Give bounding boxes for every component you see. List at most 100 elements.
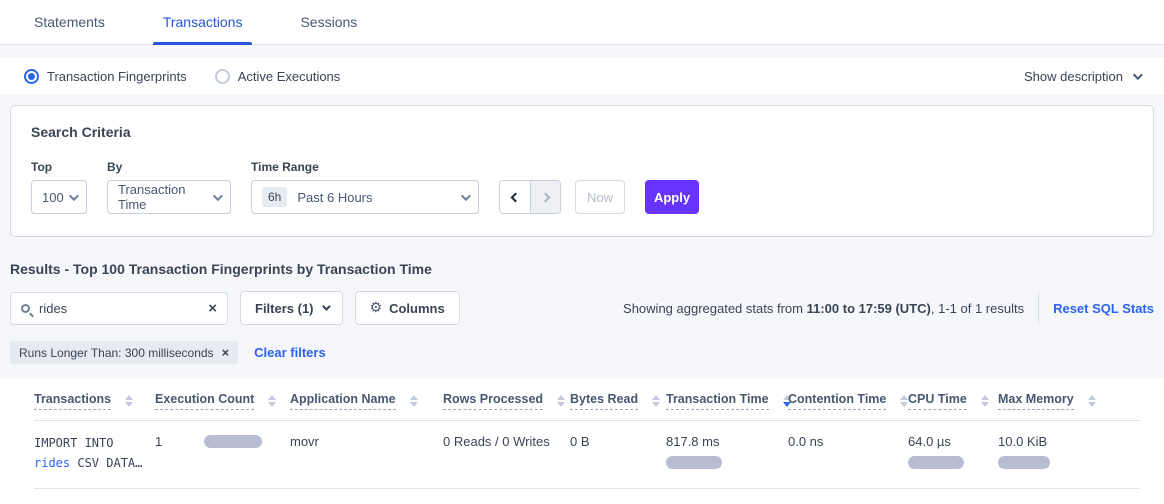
results-table: Transactions Execution Count Application… (34, 378, 1140, 489)
cell-max-memory: 10.0 KiB (998, 421, 1140, 489)
search-icon (21, 304, 30, 313)
column-header-transaction-time[interactable]: Transaction Time (666, 392, 769, 410)
cell-rows-processed: 0 Reads / 0 Writes (443, 421, 570, 489)
sort-icon[interactable] (410, 395, 418, 407)
column-header-execution-count[interactable]: Execution Count (155, 392, 254, 410)
sort-icon[interactable] (125, 395, 133, 407)
time-range-field: Time Range 6h Past 6 Hours (251, 160, 479, 214)
execution-count-value: 1 (155, 434, 162, 449)
table-row: IMPORT INTO rides CSV DATA… 1 movr 0 Rea… (34, 421, 1140, 489)
tab-statements[interactable]: Statements (24, 0, 115, 44)
radio-transaction-fingerprints[interactable]: Transaction Fingerprints (24, 69, 187, 84)
time-range-select[interactable]: 6h Past 6 Hours (251, 180, 479, 214)
sort-icon[interactable] (981, 395, 989, 407)
cell-cpu-time: 64.0 µs (908, 421, 998, 489)
chevron-left-icon (510, 192, 520, 202)
sort-icon[interactable] (268, 395, 276, 407)
radio-active-executions[interactable]: Active Executions (215, 69, 341, 84)
sort-icon[interactable] (557, 395, 565, 407)
top-select-value: 100 (42, 190, 64, 205)
table-header-row: Transactions Execution Count Application… (34, 378, 1140, 421)
gear-icon: ⚙ (370, 300, 383, 316)
cell-transaction-time: 817.8 ms (666, 421, 788, 489)
chevron-down-icon (322, 302, 330, 310)
show-description-label: Show description (1024, 69, 1123, 84)
show-description-toggle[interactable]: Show description (1024, 69, 1140, 84)
search-criteria-card: Search Criteria Top 100 By Transaction T… (10, 105, 1154, 237)
apply-button[interactable]: Apply (645, 180, 699, 214)
remove-filter-icon[interactable]: × (222, 345, 230, 360)
filter-pill-label: Runs Longer Than: 300 milliseconds (19, 346, 214, 360)
transaction-time-value: 817.8 ms (666, 434, 782, 449)
search-criteria-title: Search Criteria (31, 124, 1133, 140)
cell-bytes-read: 0 B (570, 421, 666, 489)
search-input[interactable] (39, 301, 208, 316)
sort-icon[interactable] (1088, 395, 1096, 407)
filters-button[interactable]: Filters (1) (240, 291, 343, 325)
chevron-down-icon (69, 191, 79, 201)
reset-sql-stats-link[interactable]: Reset SQL Stats (1053, 301, 1154, 316)
columns-button-label: Columns (389, 301, 445, 316)
tab-sessions[interactable]: Sessions (290, 0, 367, 44)
radio-label: Transaction Fingerprints (47, 69, 187, 84)
execution-count-bar (204, 435, 262, 448)
column-header-bytes-read[interactable]: Bytes Read (570, 392, 638, 410)
view-toggle-band: Transaction Fingerprints Active Executio… (0, 57, 1164, 95)
top-field: Top 100 (31, 160, 87, 214)
time-range-arrows (499, 180, 561, 214)
page-tabbar: Statements Transactions Sessions (0, 0, 1164, 45)
tab-transactions[interactable]: Transactions (153, 0, 253, 44)
chevron-down-icon (461, 191, 471, 201)
radio-selected-icon (24, 69, 39, 84)
radio-unselected-icon (215, 69, 230, 84)
top-select[interactable]: 100 (31, 180, 87, 214)
divider (1038, 293, 1039, 323)
column-header-max-memory[interactable]: Max Memory (998, 392, 1074, 410)
clear-filters-link[interactable]: Clear filters (254, 345, 326, 360)
stats-summary: Showing aggregated stats from 11:00 to 1… (623, 293, 1154, 323)
stats-text: Showing aggregated stats from 11:00 to 1… (623, 301, 1024, 316)
results-table-panel: Transactions Execution Count Application… (0, 378, 1164, 504)
by-field: By Transaction Time (107, 160, 231, 214)
filters-button-label: Filters (1) (255, 301, 314, 316)
now-button[interactable]: Now (575, 180, 625, 214)
next-time-range-button[interactable] (530, 181, 560, 213)
cell-contention-time: 0.0 ns (788, 421, 908, 489)
active-filters-row: Runs Longer Than: 300 milliseconds × Cle… (10, 341, 1154, 364)
column-header-application-name[interactable]: Application Name (290, 392, 396, 410)
results-controls-row: × Filters (1) ⚙ Columns Showing aggregat… (10, 291, 1154, 325)
column-header-transactions[interactable]: Transactions (34, 392, 111, 410)
by-select-value: Transaction Time (118, 182, 213, 212)
chevron-down-icon (1133, 70, 1143, 80)
cell-application-name: movr (290, 421, 443, 489)
previous-time-range-button[interactable] (500, 181, 530, 213)
time-range-label: Time Range (251, 160, 479, 174)
top-label: Top (31, 160, 87, 174)
cpu-time-value: 64.0 µs (908, 434, 992, 449)
by-select[interactable]: Transaction Time (107, 180, 231, 214)
sort-icon[interactable] (652, 395, 660, 407)
chevron-right-icon (541, 192, 551, 202)
transaction-statement-line1: IMPORT INTO (34, 434, 149, 454)
cpu-time-bar (908, 456, 964, 469)
chevron-down-icon (213, 191, 223, 201)
column-header-contention-time[interactable]: Contention Time (788, 392, 886, 410)
time-range-badge: 6h (262, 187, 287, 207)
by-label: By (107, 160, 231, 174)
time-range-value: Past 6 Hours (297, 190, 372, 205)
max-memory-value: 10.0 KiB (998, 434, 1134, 449)
results-search-box: × (10, 292, 228, 325)
columns-button[interactable]: ⚙ Columns (355, 291, 460, 325)
transaction-statement-line2: rides CSV DATA… (34, 454, 149, 474)
column-header-rows-processed[interactable]: Rows Processed (443, 392, 543, 410)
column-header-cpu-time[interactable]: CPU Time (908, 392, 967, 410)
cell-transaction-fingerprint[interactable]: IMPORT INTO rides CSV DATA… (34, 421, 155, 489)
transactions-page: Statements Transactions Sessions Transac… (0, 0, 1164, 501)
transaction-time-bar (666, 456, 722, 469)
max-memory-bar (998, 456, 1050, 469)
search-criteria-form: Top 100 By Transaction Time Time Range 6… (31, 160, 1133, 214)
clear-search-icon[interactable]: × (208, 301, 217, 316)
cell-execution-count: 1 (155, 421, 290, 489)
results-heading: Results - Top 100 Transaction Fingerprin… (10, 261, 1154, 277)
radio-label: Active Executions (238, 69, 341, 84)
